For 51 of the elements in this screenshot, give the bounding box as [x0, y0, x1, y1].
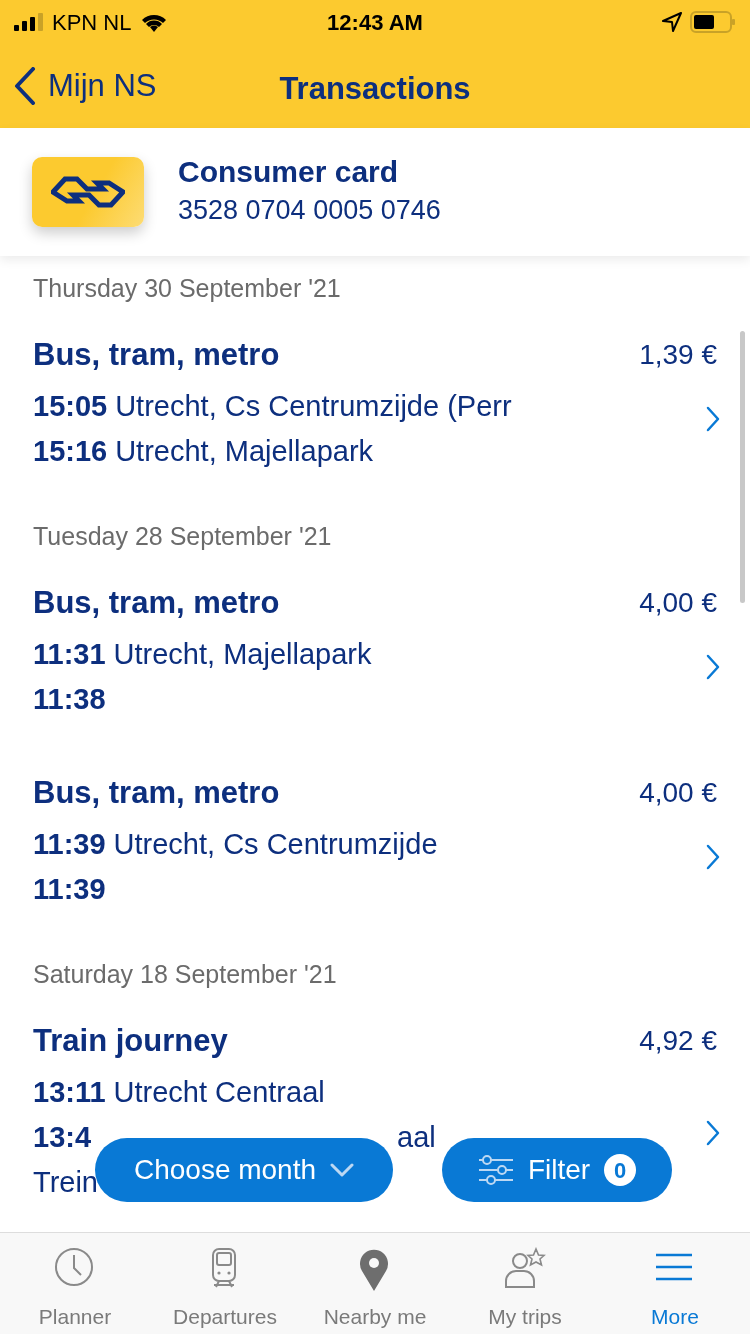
stop-time: 15:05 [33, 389, 108, 424]
tab-item[interactable]: More [600, 1233, 750, 1334]
tab-item[interactable]: My trips [450, 1233, 600, 1334]
back-chevron-icon [14, 67, 36, 105]
filter-button[interactable]: Filter 0 [442, 1138, 672, 1202]
transaction-amount: 1,39 € [639, 338, 717, 372]
stop-name: Utrecht Centraal [113, 1075, 325, 1110]
chevron-right-icon [706, 1120, 720, 1146]
date-header: Saturday 18 September '21 [32, 959, 338, 990]
transaction-type: Train journey [33, 1023, 228, 1059]
stop-time: 11:39 [33, 872, 106, 907]
stop-time: 11:39 [33, 827, 106, 862]
date-header: Thursday 30 September '21 [32, 273, 342, 304]
carrier-name: KPN NL [52, 8, 132, 37]
stop-time: 11:31 [33, 637, 106, 672]
status-time: 12:43 AM [326, 8, 424, 37]
screen-title: Transactions [279, 70, 471, 108]
transaction-type: Bus, tram, metro [33, 585, 280, 621]
card-number: 3528 0704 0005 0746 [178, 193, 441, 227]
tab-item[interactable]: Nearby me [300, 1233, 450, 1334]
date-header: Tuesday 28 September '21 [32, 521, 333, 552]
stop-time: 13:11 [33, 1075, 106, 1110]
transaction-type: Bus, tram, metro [33, 775, 280, 811]
transaction-amount: 4,00 € [639, 776, 717, 810]
chevron-right-icon [706, 654, 720, 680]
stop-name: Utrecht, Cs Centrumzijde (Perr [115, 389, 512, 424]
filter-count-badge: 0 [604, 1154, 637, 1186]
choose-month-button[interactable]: Choose month [95, 1138, 393, 1202]
transaction-note: Trein [33, 1165, 98, 1200]
signal-icon [14, 13, 44, 31]
stop-name: Utrecht, Cs Centrumzijde [113, 827, 438, 862]
transaction-amount: 4,00 € [639, 586, 717, 620]
chevron-right-icon [706, 406, 720, 432]
stop-name: aal [397, 1120, 436, 1155]
transaction-type: Bus, tram, metro [33, 337, 280, 373]
chevron-down-icon [330, 1163, 355, 1177]
stop-time: 11:38 [33, 682, 106, 717]
stop-time: 15:16 [33, 434, 108, 469]
stop-name: Utrecht, Majellapark [115, 434, 374, 469]
tab-item[interactable]: Departures [150, 1233, 300, 1334]
battery-icon [690, 11, 736, 33]
stop-time: 13:4 [33, 1120, 92, 1155]
back-button[interactable]: Mijn NS [0, 44, 157, 128]
location-icon [662, 12, 682, 32]
tab-item[interactable]: Planner [0, 1233, 150, 1334]
transaction-amount: 4,92 € [639, 1024, 717, 1058]
stop-name: Utrecht, Majellapark [113, 637, 372, 672]
card-name: Consumer card [178, 153, 400, 190]
ns-logo-icon [51, 175, 125, 209]
sliders-icon [477, 1155, 514, 1185]
chevron-right-icon [706, 844, 720, 870]
